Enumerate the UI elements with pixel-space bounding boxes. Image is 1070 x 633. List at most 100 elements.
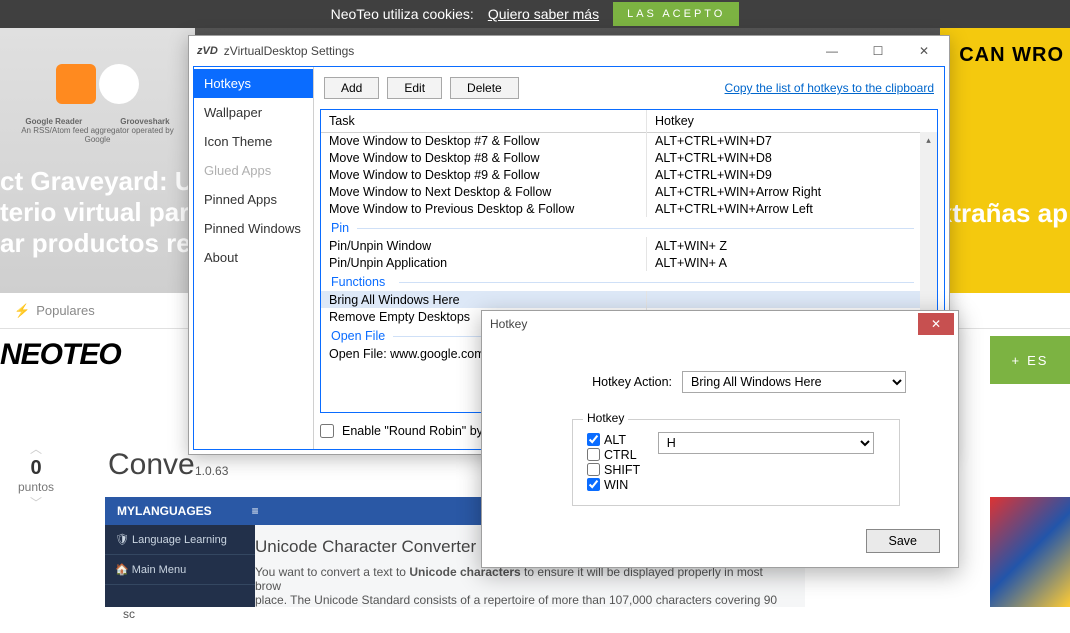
close-button[interactable]: ✕ — [901, 37, 947, 65]
hotkey-cell: ALT+WIN+ Z — [647, 237, 920, 254]
hamburger-icon[interactable]: ≡ — [252, 504, 259, 518]
cookie-learn-more-link[interactable]: Quiero saber más — [488, 6, 599, 22]
sidebar-item-icontheme[interactable]: Icon Theme — [194, 127, 313, 156]
thumbnail-image[interactable] — [990, 497, 1070, 607]
col-hotkey-header[interactable]: Hotkey — [647, 110, 937, 132]
hotkeys-toolbar: Add Edit Delete Copy the list of hotkeys… — [314, 67, 944, 109]
task-cell: Move Window to Previous Desktop & Follow — [321, 200, 647, 217]
task-cell: Move Window to Next Desktop & Follow — [321, 183, 647, 200]
sidebar-item-wallpaper[interactable]: Wallpaper — [194, 98, 313, 127]
sidebar-item-about[interactable]: About — [194, 243, 313, 272]
hotkey-cell: ALT+CTRL+WIN+D9 — [647, 166, 920, 183]
hero-right-panel — [940, 28, 1070, 293]
win-checkbox-label[interactable]: WIN — [587, 478, 640, 492]
subbar-label: Populares — [36, 303, 95, 318]
canwro-text: CAN WRO — [959, 44, 1064, 67]
badge-title-1: Google Reader — [21, 117, 86, 126]
badge-sub-1: An RSS/Atom feed aggregator operated by … — [8, 126, 187, 144]
section-pin: Pin — [321, 217, 920, 237]
hotkey-cell: ALT+WIN+ A — [647, 254, 920, 271]
sidebar-item-hotkeys[interactable]: Hotkeys — [194, 69, 313, 98]
shift-checkbox[interactable] — [587, 463, 600, 476]
hotkey-titlebar[interactable]: Hotkey ✕ — [482, 311, 958, 337]
hotkey-cell: ALT+CTRL+WIN+Arrow Left — [647, 200, 920, 217]
sidebar-item-gluedapps[interactable]: Glued Apps — [194, 156, 313, 185]
table-row[interactable]: Pin/Unpin ApplicationALT+WIN+ A — [321, 254, 920, 271]
hotkey-cell: ALT+CTRL+WIN+D8 — [647, 149, 920, 166]
win-checkbox[interactable] — [587, 478, 600, 491]
task-cell: Pin/Unpin Window — [321, 237, 647, 254]
table-row[interactable]: Move Window to Previous Desktop & Follow… — [321, 200, 920, 217]
vote-label: puntos — [18, 480, 54, 494]
roundrobin-checkbox[interactable] — [320, 424, 334, 438]
chevron-down-icon[interactable]: ﹀ — [18, 494, 54, 511]
sidebar-item-pinnedapps[interactable]: Pinned Apps — [194, 185, 313, 214]
alt-checkbox[interactable] — [587, 433, 600, 446]
key-select[interactable]: H — [658, 432, 874, 454]
shift-checkbox-label[interactable]: SHIFT — [587, 463, 640, 477]
save-button[interactable]: Save — [866, 529, 941, 553]
article-title-partial: Conve — [108, 448, 195, 482]
add-button[interactable]: Add — [324, 77, 379, 99]
maximize-button[interactable]: ☐ — [855, 37, 901, 65]
cookie-bar: NeoTeo utiliza cookies: Quiero saber más… — [0, 0, 1070, 28]
hotkey-cell — [647, 291, 920, 308]
mylang-sidebar: 🛡 Language Learning 🏠 Main Menu — [105, 525, 255, 607]
task-cell: Move Window to Desktop #7 & Follow — [321, 132, 647, 149]
settings-titlebar[interactable]: zVD zVirtualDesktop Settings — ☐ ✕ — [189, 36, 949, 66]
rss-icon — [56, 64, 96, 104]
minimize-button[interactable]: — — [809, 37, 855, 65]
table-row[interactable]: Pin/Unpin WindowALT+WIN+ Z — [321, 237, 920, 254]
bolt-icon: ⚡ — [14, 303, 30, 319]
table-row[interactable]: Move Window to Desktop #7 & FollowALT+CT… — [321, 132, 920, 149]
scroll-up-icon[interactable]: ▴ — [920, 132, 937, 149]
version-label: 1.0.63 — [195, 464, 228, 478]
section-functions: Functions — [321, 271, 920, 291]
grooveshark-icon — [99, 64, 139, 104]
alt-checkbox-label[interactable]: ALT — [587, 433, 640, 447]
headline-left-3: ar productos re — [0, 228, 194, 259]
hotkey-dialog-body: Hotkey Action: Bring All Windows Here Ho… — [482, 337, 958, 518]
settings-sidebar: Hotkeys Wallpaper Icon Theme Glued Apps … — [194, 67, 314, 449]
headline-left-2: terio virtual par — [0, 197, 194, 228]
modifier-checkboxes: ALT CTRL SHIFT WIN — [587, 432, 640, 493]
ctrl-checkbox[interactable] — [587, 448, 600, 461]
write-button-label: ES — [1027, 353, 1048, 368]
cookie-text: NeoTeo utiliza cookies: — [331, 6, 474, 22]
table-row[interactable]: Move Window to Desktop #8 & FollowALT+CT… — [321, 149, 920, 166]
mylang-brand: MYLANGUAGES — [117, 504, 212, 518]
sidebar-item-pinnedwin[interactable]: Pinned Windows — [194, 214, 313, 243]
edit-button[interactable]: Edit — [387, 77, 442, 99]
task-cell: Pin/Unpin Application — [321, 254, 647, 271]
vote-widget[interactable]: ︿ 0 puntos ﹀ — [18, 440, 54, 511]
table-row[interactable]: Move Window to Next Desktop & FollowALT+… — [321, 183, 920, 200]
col-task-header[interactable]: Task — [321, 110, 647, 132]
close-button[interactable]: ✕ — [918, 313, 954, 335]
site-logo: NEOTEO — [0, 338, 121, 372]
badge-title-2: Grooveshark — [116, 117, 173, 126]
action-select[interactable]: Bring All Windows Here — [682, 371, 906, 393]
plus-icon: + — [1012, 353, 1022, 368]
ctrl-checkbox-label[interactable]: CTRL — [587, 448, 640, 462]
table-header: Task Hotkey — [321, 110, 937, 133]
hotkey-cell: ALT+CTRL+WIN+Arrow Right — [647, 183, 920, 200]
mylang-sidebar-learning[interactable]: 🛡 Language Learning — [105, 525, 255, 555]
table-row[interactable]: Move Window to Desktop #9 & FollowALT+CT… — [321, 166, 920, 183]
chevron-up-icon[interactable]: ︿ — [18, 440, 54, 457]
action-label: Hotkey Action: — [502, 375, 672, 389]
app-logo-icon: zVD — [197, 45, 218, 57]
hotkey-group-legend: Hotkey — [583, 411, 628, 425]
mylang-sidebar-mainmenu[interactable]: 🏠 Main Menu — [105, 555, 255, 585]
hotkey-cell: ALT+CTRL+WIN+D7 — [647, 132, 920, 149]
action-row: Hotkey Action: Bring All Windows Here — [502, 367, 938, 397]
task-cell: Move Window to Desktop #8 & Follow — [321, 149, 647, 166]
hotkey-dialog: Hotkey ✕ Hotkey Action: Bring All Window… — [481, 310, 959, 568]
table-row[interactable]: Bring All Windows Here — [321, 291, 920, 308]
hotkey-dialog-title: Hotkey — [490, 317, 527, 331]
write-button[interactable]: + ES — [990, 336, 1070, 384]
headline-left-1: ct Graveyard: U — [0, 166, 194, 197]
copy-hotkeys-link[interactable]: Copy the list of hotkeys to the clipboar… — [725, 81, 934, 95]
cookie-accept-button[interactable]: LAS ACEPTO — [613, 2, 739, 26]
headline-left: ct Graveyard: U terio virtual par ar pro… — [0, 166, 194, 260]
delete-button[interactable]: Delete — [450, 77, 519, 99]
